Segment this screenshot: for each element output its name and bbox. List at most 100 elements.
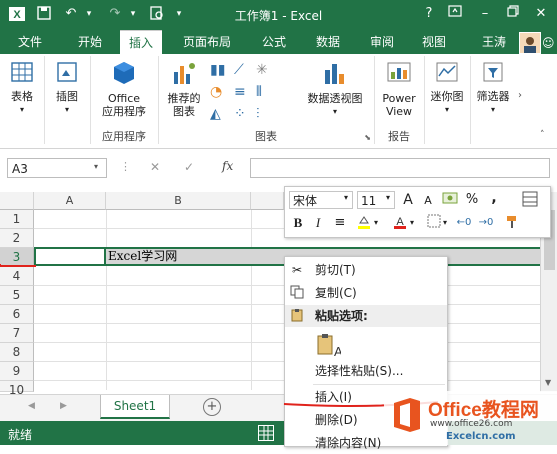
scroll-down-icon[interactable]: ▼: [545, 378, 551, 387]
font-name-dropdown-icon[interactable]: ▾: [344, 193, 348, 202]
avatar[interactable]: [519, 32, 541, 54]
scissors-icon: ✂: [291, 263, 303, 277]
help-button[interactable]: ?: [420, 5, 438, 23]
office-logo-icon: [394, 398, 420, 432]
power-view-button[interactable]: Power View: [378, 60, 420, 118]
stock-chart-icon[interactable]: ⫴: [256, 84, 262, 100]
format-table-icon[interactable]: [521, 191, 539, 209]
fill-color-dropdown-icon[interactable]: ▾: [374, 218, 378, 227]
scatter-chart-icon[interactable]: ⁘: [234, 106, 246, 122]
row-header-6[interactable]: 6: [0, 305, 34, 324]
office-store-icon: [114, 62, 134, 84]
cell-b3[interactable]: Excel学习网: [108, 248, 177, 265]
sparkline-button[interactable]: 迷你图 ▾: [426, 60, 468, 116]
column-header-c[interactable]: [251, 192, 284, 210]
row-header-9[interactable]: 9: [0, 362, 34, 381]
smiley-icon[interactable]: ☺: [542, 36, 556, 50]
column-header-a[interactable]: A: [34, 192, 106, 210]
active-cell-a3[interactable]: [34, 247, 106, 266]
line-chart-icon[interactable]: ⟋: [234, 62, 244, 78]
tab-review[interactable]: 审阅: [360, 30, 404, 54]
cancel-entry-icon[interactable]: ✕: [150, 160, 160, 174]
insert-function-button[interactable]: fx: [222, 159, 233, 173]
area-chart-icon[interactable]: ◭: [210, 106, 221, 122]
ribbon-display-options-icon[interactable]: [446, 5, 464, 23]
normal-view-icon[interactable]: [258, 425, 274, 441]
tab-page-layout[interactable]: 页面布局: [172, 30, 242, 54]
bold-button[interactable]: B: [289, 214, 307, 232]
row-header-1[interactable]: 1: [0, 210, 34, 229]
menu-item-cut[interactable]: ✂ 剪切(T): [285, 259, 447, 281]
fill-color-icon[interactable]: [355, 214, 373, 232]
bar-chart-icon[interactable]: ≡: [234, 84, 246, 100]
row-header-2[interactable]: 2: [0, 229, 34, 248]
name-box-dropdown-icon[interactable]: ▾: [94, 162, 98, 171]
menu-item-paste-special[interactable]: 选择性粘贴(S)...: [285, 360, 447, 382]
tab-formulas[interactable]: 公式: [252, 30, 296, 54]
watermark-logo: Office教程网 www.office26.com Excelcn.com: [384, 391, 557, 445]
menu-item-copy[interactable]: 复制(C): [285, 282, 447, 304]
tab-view[interactable]: 视图: [412, 30, 456, 54]
format-painter-icon[interactable]: [503, 214, 521, 232]
title-bar: X ↶ ▾ ↷ ▾ ▾ 工作簿1 - Excel ? – ✕: [0, 0, 557, 30]
percent-style-button[interactable]: %: [463, 191, 481, 209]
paste-keep-source-button[interactable]: A: [315, 332, 343, 359]
decrease-decimal-icon[interactable]: →0: [477, 214, 495, 232]
select-all-corner[interactable]: [0, 192, 34, 210]
font-color-icon[interactable]: A: [391, 214, 409, 232]
italic-button[interactable]: I: [309, 214, 327, 232]
office-apps-button[interactable]: Office 应用程序: [94, 60, 154, 118]
minimize-icon[interactable]: –: [476, 5, 494, 23]
confirm-entry-icon[interactable]: ✓: [184, 160, 194, 174]
illustrations-button[interactable]: 插图 ▾: [48, 60, 86, 116]
new-sheet-button[interactable]: +: [203, 398, 221, 416]
center-align-icon[interactable]: ≡: [331, 214, 349, 232]
recommended-charts-icon: [174, 63, 195, 84]
combo-chart-icon[interactable]: ⫶: [256, 106, 260, 122]
filter-button[interactable]: 筛选器 ▾: [472, 60, 514, 116]
sparkline-label: 迷你图: [430, 90, 464, 103]
column-chart-icon[interactable]: ▮▮: [210, 62, 225, 78]
formula-input[interactable]: [250, 158, 550, 178]
sheet-tab-sheet1[interactable]: Sheet1: [100, 395, 170, 419]
tab-home[interactable]: 开始: [66, 30, 114, 54]
recommended-charts-button[interactable]: 推荐的 图表: [164, 60, 204, 118]
radar-chart-icon[interactable]: ✳: [256, 62, 268, 78]
group-reports-label: 报告: [388, 130, 410, 143]
grow-font-button[interactable]: A: [399, 191, 417, 209]
shrink-font-button[interactable]: A: [419, 192, 437, 210]
row-header-8[interactable]: 8: [0, 343, 34, 362]
borders-icon[interactable]: [425, 214, 443, 232]
borders-dropdown-icon[interactable]: ▾: [443, 218, 447, 227]
sheet-scroll-right-icon[interactable]: ▶: [60, 401, 67, 411]
sheet-scroll-left-icon[interactable]: ◀: [28, 401, 35, 411]
row-header-10[interactable]: 10: [0, 381, 34, 397]
clipboard-icon: A: [317, 334, 343, 359]
ribbon-scroll-right-icon[interactable]: ›: [518, 90, 522, 101]
user-name[interactable]: 王涛: [474, 30, 514, 54]
row-header-4[interactable]: 4: [0, 267, 34, 286]
tab-insert[interactable]: 插入: [120, 30, 162, 55]
charts-dialog-launcher-icon[interactable]: ⬊: [364, 133, 371, 142]
tab-data[interactable]: 数据: [306, 30, 350, 54]
restore-icon[interactable]: [504, 5, 522, 23]
row-header-7[interactable]: 7: [0, 324, 34, 343]
comma-style-button[interactable]: ,: [485, 189, 503, 207]
filter-label: 筛选器: [476, 90, 510, 103]
font-color-dropdown-icon[interactable]: ▾: [410, 218, 414, 227]
row-header-5[interactable]: 5: [0, 286, 34, 305]
formula-bar: A3 ▾ ⋮ ✕ ✓ fx: [0, 154, 557, 182]
name-box[interactable]: A3: [7, 158, 107, 178]
table-button[interactable]: 表格 ▾: [4, 60, 40, 116]
formula-bar-options-icon[interactable]: ⋮: [120, 160, 131, 173]
pivot-chart-button[interactable]: 数据透视图 ▾: [300, 60, 370, 118]
column-header-b[interactable]: B: [106, 192, 251, 210]
font-size-dropdown-icon[interactable]: ▾: [386, 193, 390, 202]
tab-file[interactable]: 文件: [0, 30, 60, 54]
pie-chart-icon[interactable]: ◔: [210, 84, 222, 100]
close-icon[interactable]: ✕: [532, 5, 550, 23]
accounting-format-icon[interactable]: [441, 191, 459, 209]
collapse-ribbon-icon[interactable]: ˄: [540, 130, 545, 140]
ribbon: 表格 ▾ 插图 ▾ Office 应用程序 应用程序 推荐的 图表 ▮▮ ⟋ ◔…: [0, 54, 557, 149]
increase-decimal-icon[interactable]: ←0: [455, 214, 473, 232]
